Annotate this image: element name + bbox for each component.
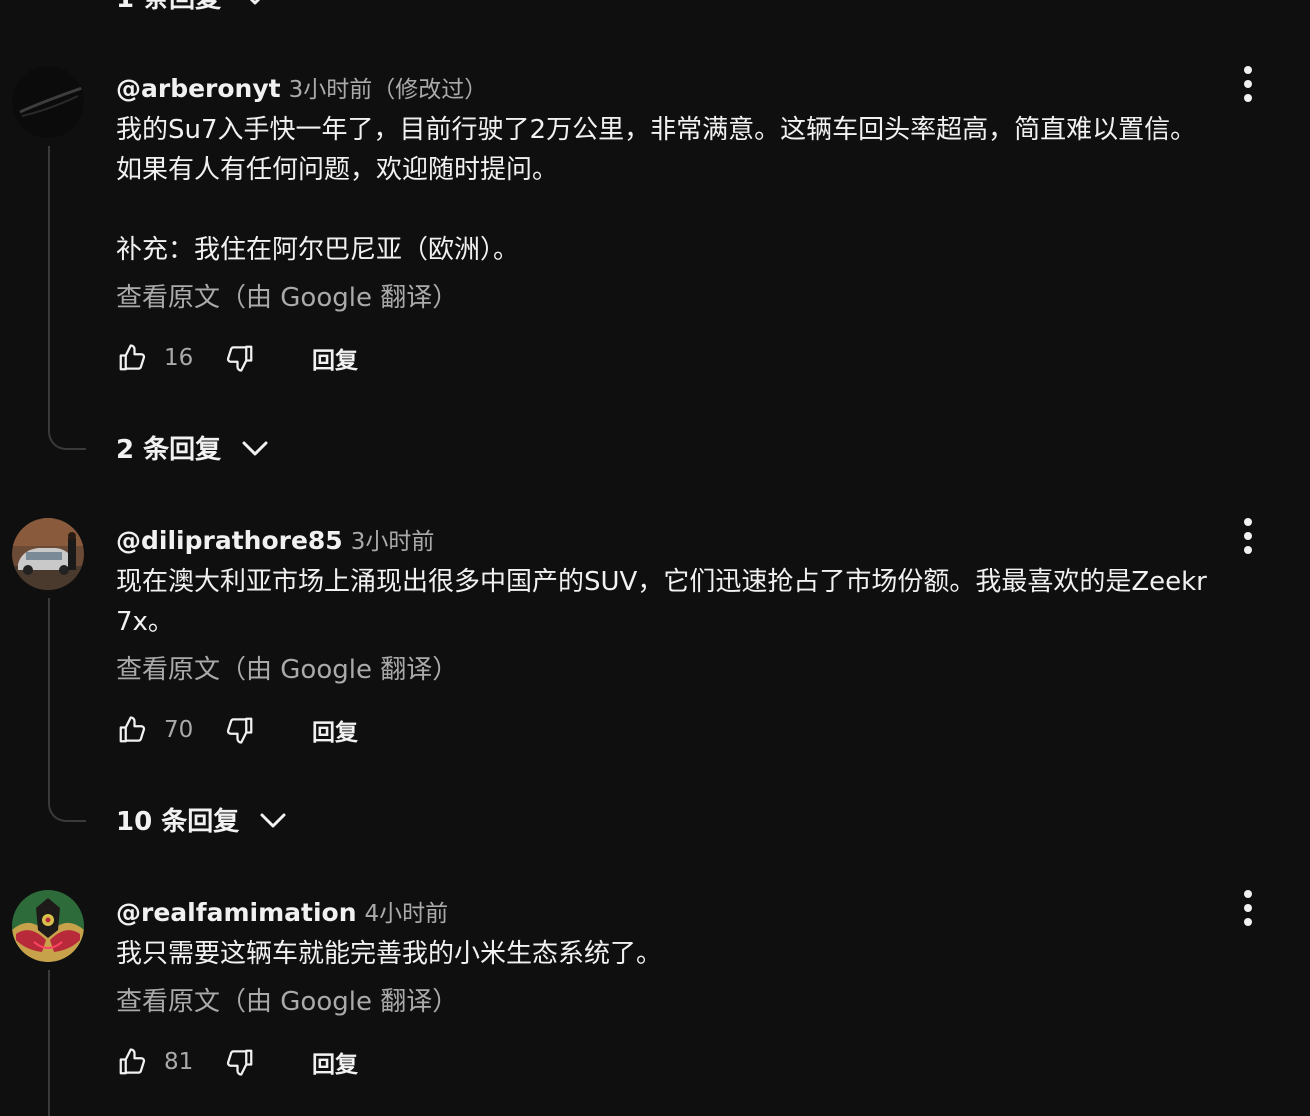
replies-toggle[interactable]: 10 条回复 xyxy=(116,801,287,838)
like-count: 16 xyxy=(164,345,194,371)
thumb-up-icon xyxy=(119,716,146,743)
like-count: 81 xyxy=(164,1049,194,1075)
comment-thread: @diliprathore85 3小时前 现在澳大利亚市场上涌现出很多中国产的S… xyxy=(0,518,1310,858)
like-count: 70 xyxy=(164,717,194,743)
comment-time[interactable]: 3小时前（修改过） xyxy=(289,70,488,104)
like-button[interactable] xyxy=(116,714,148,746)
dislike-button[interactable] xyxy=(224,342,256,374)
chevron-down-icon xyxy=(250,0,260,4)
comment-time[interactable]: 4小时前 xyxy=(365,894,449,928)
thumb-down-icon xyxy=(226,1049,253,1076)
dislike-button[interactable] xyxy=(224,1046,256,1078)
comment-text: 我的Su7入手快一年了，目前行驶了2万公里，非常满意。这辆车回头率超高，简直难以… xyxy=(116,115,1197,265)
replies-toggle[interactable]: 1 条回复 xyxy=(116,0,269,15)
thread-connector xyxy=(48,146,86,450)
comment-actions: 81 回复 xyxy=(116,1042,358,1082)
like-button[interactable] xyxy=(116,1046,148,1078)
avatar[interactable] xyxy=(12,66,84,138)
reply-button[interactable]: 回复 xyxy=(312,713,358,747)
comment-actions: 16 回复 xyxy=(116,338,358,378)
dislike-button[interactable] xyxy=(224,714,256,746)
comment-header: @arberonyt 3小时前（修改过） xyxy=(116,70,487,104)
reply-button[interactable]: 回复 xyxy=(312,341,358,375)
comment-time[interactable]: 3小时前 xyxy=(351,522,435,556)
reply-button[interactable]: 回复 xyxy=(312,1045,358,1079)
replies-toggle-label: 1 条回复 xyxy=(116,0,221,15)
replies-toggle[interactable]: 2 条回复 xyxy=(116,429,269,466)
author-name[interactable]: @realfamimation xyxy=(116,898,357,927)
like-button[interactable] xyxy=(116,342,148,374)
translate-link[interactable]: 查看原文（由 Google 翻译） xyxy=(116,278,458,318)
comment-text: 我只需要这辆车就能完善我的小米生态系统了。 xyxy=(116,939,663,969)
thumb-down-icon xyxy=(226,345,253,372)
comments-page: 1 条回复 @arberonyt 3小时前（修改过） 我的Su7入手快一年了，目… xyxy=(0,0,1310,1116)
comment-header: @diliprathore85 3小时前 xyxy=(116,522,434,556)
avatar[interactable] xyxy=(12,518,84,590)
thumb-down-icon xyxy=(226,717,253,744)
comment-thread: @realfamimation 4小时前 我只需要这辆车就能完善我的小米生态系统… xyxy=(0,890,1310,1116)
more-vertical-icon[interactable] xyxy=(1234,890,1262,926)
thread-connector xyxy=(48,598,86,822)
replies-toggle-label: 2 条回复 xyxy=(116,435,222,465)
translate-link[interactable]: 查看原文（由 Google 翻译） xyxy=(116,982,458,1022)
thumb-up-icon xyxy=(119,1048,146,1075)
more-vertical-icon[interactable] xyxy=(1234,66,1262,102)
author-name[interactable]: @diliprathore85 xyxy=(116,526,343,555)
more-vertical-icon[interactable] xyxy=(1234,518,1262,554)
avatar[interactable] xyxy=(12,890,84,962)
comment-actions: 70 回复 xyxy=(116,710,358,750)
chevron-down-icon xyxy=(242,441,268,455)
replies-toggle-label: 10 条回复 xyxy=(116,807,240,837)
thread-connector xyxy=(48,970,86,1116)
thumb-up-icon xyxy=(119,344,146,371)
chevron-down-icon xyxy=(260,813,286,827)
author-name[interactable]: @arberonyt xyxy=(116,74,281,103)
comment-thread: @arberonyt 3小时前（修改过） 我的Su7入手快一年了，目前行驶了2万… xyxy=(0,66,1310,486)
translate-link[interactable]: 查看原文（由 Google 翻译） xyxy=(116,650,458,690)
comment-header: @realfamimation 4小时前 xyxy=(116,894,448,928)
comment-text: 现在澳大利亚市场上涌现出很多中国产的SUV，它们迅速抢占了市场份额。我最喜欢的是… xyxy=(116,567,1207,637)
